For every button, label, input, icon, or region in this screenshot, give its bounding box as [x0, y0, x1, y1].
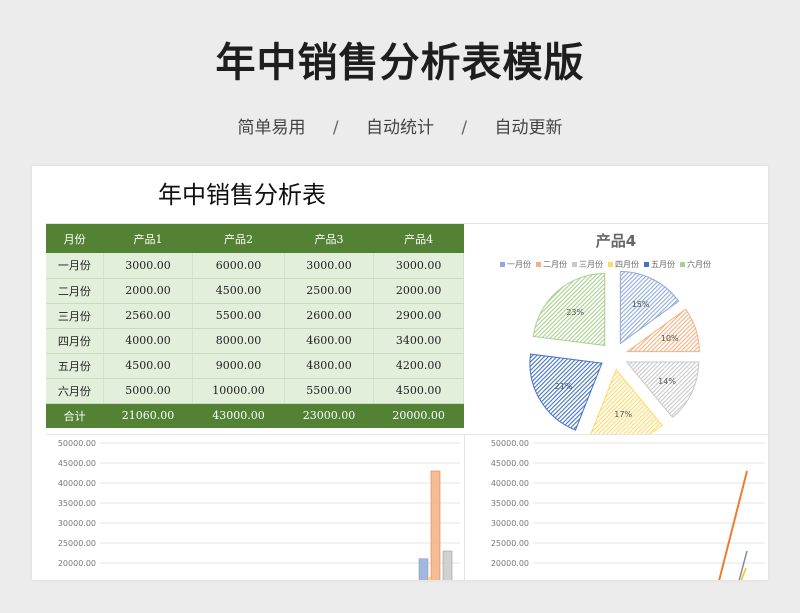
- line-chart: 50000.00 45000.00 40000.00 35000.00 30000.00…: [491, 439, 765, 580]
- column-header: 产品4: [373, 224, 464, 253]
- table-cell: 4800.00: [284, 353, 375, 379]
- table-cell: 8000.00: [192, 328, 285, 354]
- y-tick-label: 35000.00: [491, 499, 529, 508]
- y-tick-label: 50000.00: [58, 439, 96, 448]
- y-tick-label: 40000.00: [58, 479, 96, 488]
- sales-table: 月份 产品1 产品2 产品3 产品4 一月份 3000.00 6000.00 3…: [46, 224, 464, 428]
- y-tick-label: 45000.00: [58, 459, 96, 468]
- total-row: 合计 21060.00 43000.00 23000.00 20000.00: [46, 403, 464, 428]
- table-cell: 5500.00: [192, 303, 285, 329]
- feature-auto-update: 自动更新: [494, 118, 563, 138]
- y-tick-label: 35000.00: [58, 499, 96, 508]
- table-header-row: 月份 产品1 产品2 产品3 产品4: [46, 224, 464, 253]
- table-row: 三月份 2560.00 5500.00 2600.00 2900.00: [46, 303, 464, 329]
- bar-chart: 50000.00 45000.00 40000.00 35000.00 30000.00…: [58, 439, 460, 580]
- table-cell: 4500.00: [103, 353, 194, 379]
- table-cell: 4000.00: [103, 328, 194, 354]
- table-row: 六月份 5000.00 10000.00 5500.00 4500.00: [46, 378, 464, 404]
- table-cell: 4500.00: [192, 278, 285, 304]
- table-cell: 二月份: [46, 278, 104, 304]
- y-tick-label: 45000.00: [491, 459, 529, 468]
- series-line: [718, 470, 748, 580]
- pie-chart: 15% 10% 14% 17% 21% 23%: [529, 271, 700, 434]
- y-tick-label: 50000.00: [491, 439, 529, 448]
- table-cell: 2000.00: [103, 278, 194, 304]
- y-tick-label: 20000.00: [58, 559, 96, 568]
- bar: [442, 550, 453, 580]
- total-cell: 合计: [46, 403, 104, 428]
- table-row: 一月份 3000.00 6000.00 3000.00 3000.00: [46, 253, 464, 279]
- table-cell: 三月份: [46, 303, 104, 329]
- separator: /: [461, 118, 468, 138]
- y-tick-label: 25000.00: [491, 539, 529, 548]
- total-cell: 43000.00: [192, 403, 285, 428]
- column-header: 月份: [46, 224, 104, 253]
- pie-data-label: 23%: [566, 308, 584, 317]
- bar: [418, 558, 429, 580]
- feature-tagline: 简单易用 / 自动统计 / 自动更新: [0, 113, 800, 138]
- table-cell: 5500.00: [284, 378, 375, 404]
- y-tick-label: 40000.00: [491, 479, 529, 488]
- pie-data-label: 17%: [614, 410, 632, 419]
- page-title: 年中销售分析表模版: [215, 40, 585, 86]
- table-cell: 6000.00: [192, 253, 285, 279]
- bar: [430, 470, 441, 580]
- y-tick-label: 20000.00: [491, 559, 529, 568]
- spreadsheet-preview: 年中销售分析表 月份 产品1 产品2 产品3 产品4 一月份 3000.00 6…: [32, 166, 768, 580]
- table-cell: 10000.00: [192, 378, 285, 404]
- y-tick-label: 30000.00: [58, 519, 96, 528]
- total-cell: 23000.00: [284, 403, 374, 428]
- sheet-title: 年中销售分析表: [158, 181, 326, 209]
- table-cell: 9000.00: [192, 353, 285, 379]
- table-cell: 3000.00: [284, 253, 375, 279]
- table-cell: 2560.00: [103, 303, 194, 329]
- column-header: 产品2: [192, 224, 285, 253]
- pie-data-label: 15%: [632, 300, 650, 309]
- line-chart-panel: 50000.00 45000.00 40000.00 35000.00 30000.00…: [464, 434, 768, 580]
- y-tick-label: 25000.00: [58, 539, 96, 548]
- pie-chart-panel: 产品4 一月份 二月份 三月份 四月份 五月份 六月份 15% 10% 14% 17%…: [464, 224, 768, 434]
- pie-data-label: 10%: [661, 334, 679, 343]
- feature-easy: 简单易用: [237, 118, 306, 138]
- pie-data-label: 21%: [555, 382, 573, 391]
- table-cell: 2000.00: [373, 278, 464, 304]
- table-cell: 2900.00: [373, 303, 464, 329]
- table-cell: 2500.00: [284, 278, 375, 304]
- table-cell: 3400.00: [373, 328, 464, 354]
- table-cell: 五月份: [46, 353, 104, 379]
- table-cell: 四月份: [46, 328, 104, 354]
- table-cell: 六月份: [46, 378, 104, 404]
- table-cell: 一月份: [46, 253, 104, 279]
- separator: /: [332, 118, 339, 138]
- table-row: 二月份 2000.00 4500.00 2500.00 2000.00: [46, 278, 464, 304]
- pie-slice: [529, 353, 603, 431]
- table-cell: 5000.00: [103, 378, 194, 404]
- table-cell: 2600.00: [284, 303, 375, 329]
- total-cell: 20000.00: [373, 403, 464, 428]
- total-cell: 21060.00: [103, 403, 193, 428]
- feature-auto-stats: 自动统计: [366, 118, 434, 138]
- bar-chart-panel: 50000.00 45000.00 40000.00 35000.00 30000.00…: [46, 434, 464, 580]
- table-row: 四月份 4000.00 8000.00 4600.00 3400.00: [46, 328, 464, 354]
- column-header: 产品1: [103, 224, 193, 253]
- pie-data-label: 14%: [658, 377, 676, 386]
- bar: [428, 577, 431, 580]
- column-header: 产品3: [284, 224, 374, 253]
- table-cell: 4500.00: [373, 378, 464, 404]
- table-cell: 4200.00: [373, 353, 464, 379]
- table-cell: 4600.00: [284, 328, 375, 354]
- table-cell: 3000.00: [103, 253, 194, 279]
- table-cell: 3000.00: [373, 253, 464, 279]
- y-tick-label: 30000.00: [491, 519, 529, 528]
- table-row: 五月份 4500.00 9000.00 4800.00 4200.00: [46, 353, 464, 379]
